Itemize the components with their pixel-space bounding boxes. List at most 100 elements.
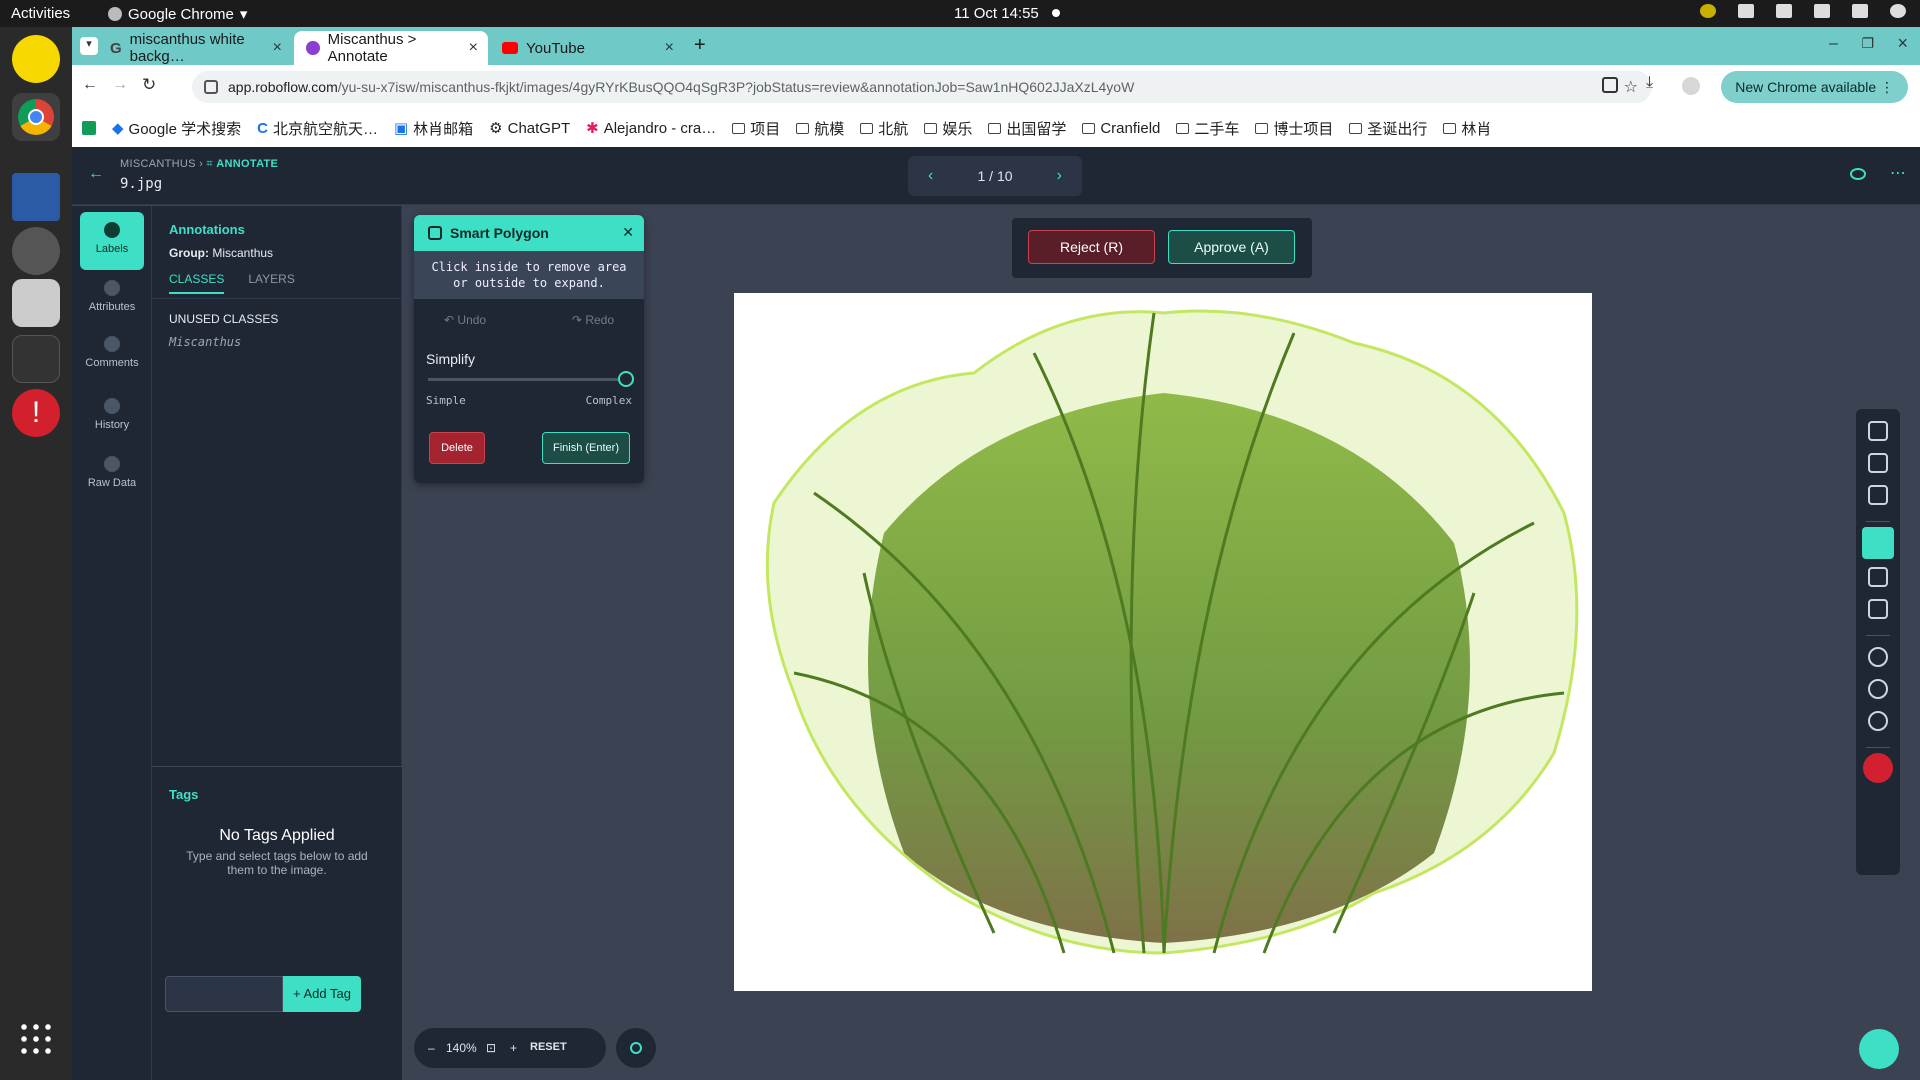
rail-comments[interactable]: Comments xyxy=(80,326,144,384)
hide-annotations-icon[interactable] xyxy=(1850,168,1866,180)
url-path: /yu-su-x7isw/miscanthus-fkjkt/images/4gy… xyxy=(337,79,1135,95)
pan-hand-icon[interactable] xyxy=(1868,421,1888,441)
rail-history[interactable]: History xyxy=(80,388,144,446)
apps-grid-icon[interactable] xyxy=(82,121,96,135)
activities-button[interactable]: Activities xyxy=(11,5,70,22)
smart-polygon-tool-icon[interactable] xyxy=(1862,527,1894,559)
image-canvas[interactable] xyxy=(734,293,1592,991)
bookmark-favicon-icon: ▣ xyxy=(393,120,409,137)
smart-polygon-help: Click inside to remove area or outside t… xyxy=(414,251,644,299)
delete-button[interactable]: Delete xyxy=(429,432,485,464)
files-app-icon[interactable] xyxy=(12,279,60,327)
bookmark-item[interactable]: ⚙ ChatGPT xyxy=(489,119,570,138)
bookmark-label: 项目 xyxy=(750,120,781,138)
tab-list-chevron-icon[interactable]: ▾ xyxy=(80,37,98,55)
bookmark-folder[interactable]: 航模 xyxy=(796,118,844,139)
download-icon[interactable]: ⤓ xyxy=(1646,74,1653,92)
extensions-icon[interactable] xyxy=(1602,77,1618,93)
music-app-icon[interactable] xyxy=(12,35,60,83)
rail-attributes[interactable]: Attributes xyxy=(80,270,144,328)
review-bar: Reject (R) Approve (A) xyxy=(1012,218,1312,278)
lock-icon[interactable]: ⊡ xyxy=(486,1041,496,1055)
address-bar[interactable]: app.roboflow.com/yu-su-x7isw/miscanthus-… xyxy=(192,71,1652,103)
reload-icon[interactable]: ↻ xyxy=(142,75,156,95)
approve-button[interactable]: Approve (A) xyxy=(1168,230,1295,264)
bookmark-folder[interactable]: 博士项目 xyxy=(1255,118,1333,139)
add-tag-button[interactable]: + Add Tag xyxy=(283,976,361,1012)
bounding-box-icon[interactable] xyxy=(1868,453,1888,473)
bookmark-star-icon[interactable]: ☆ xyxy=(1624,77,1638,97)
chrome-icon xyxy=(108,7,122,21)
window-close-icon[interactable]: × xyxy=(1897,33,1908,54)
profile-avatar[interactable] xyxy=(1682,77,1700,95)
bookmark-item[interactable]: ◆ Google 学术搜索 xyxy=(112,118,241,139)
tab-label: Miscanthus > Annotate xyxy=(327,31,417,65)
tab-youtube[interactable]: YouTube × xyxy=(490,31,684,65)
settings-app-icon[interactable] xyxy=(12,227,60,275)
bookmark-item[interactable]: C 北京航空航天… xyxy=(257,118,378,139)
close-icon[interactable]: ✕ xyxy=(622,224,634,241)
chrome-dock-icon[interactable] xyxy=(12,93,60,141)
tab-layers[interactable]: LAYERS xyxy=(248,272,294,294)
zoom-out-icon[interactable]: – xyxy=(428,1041,435,1055)
polygon-tool-icon[interactable] xyxy=(1868,485,1888,505)
zoom-in-icon[interactable]: + xyxy=(510,1041,517,1055)
magic-wand-icon[interactable] xyxy=(1868,567,1888,587)
breadcrumb-project[interactable]: MISCANTHUS xyxy=(120,158,196,170)
close-icon[interactable]: × xyxy=(273,39,282,57)
new-tab-icon[interactable]: + xyxy=(694,34,706,57)
bookmark-item[interactable]: ✱ Alejandro - cra… xyxy=(586,119,716,138)
prev-image-icon[interactable]: ‹ xyxy=(928,156,933,196)
system-tray[interactable] xyxy=(1700,4,1906,18)
back-icon[interactable]: ← xyxy=(82,76,98,94)
viewer-app-icon[interactable] xyxy=(12,173,60,221)
bookmark-folder[interactable]: 林肖 xyxy=(1443,118,1491,139)
forward-icon[interactable]: → xyxy=(112,76,128,94)
close-icon[interactable]: × xyxy=(469,39,478,57)
redo-button[interactable]: ↷ Redo xyxy=(572,313,614,327)
tab-miscanthus-search[interactable]: Gmiscanthus white backg… × xyxy=(98,31,292,65)
tab-annotate[interactable]: Miscanthus > Annotate × xyxy=(294,31,488,65)
more-options-icon[interactable]: ⋯ xyxy=(1890,163,1906,183)
new-chrome-available-button[interactable]: New Chrome available ⋮ xyxy=(1721,71,1908,103)
youtube-icon xyxy=(502,42,518,54)
terminal-app-icon[interactable] xyxy=(12,335,60,383)
bookmark-folder[interactable]: 娱乐 xyxy=(924,118,972,139)
finish-button[interactable]: Finish (Enter) xyxy=(542,432,630,464)
bookmark-item[interactable]: ▣ 林肖邮箱 xyxy=(394,118,473,139)
repeat-icon[interactable] xyxy=(1868,599,1888,619)
class-item[interactable]: Miscanthus xyxy=(169,335,241,349)
back-arrow-icon[interactable]: ← xyxy=(88,165,104,183)
reject-button[interactable]: Reject (R) xyxy=(1028,230,1155,264)
maximize-icon[interactable]: ❐ xyxy=(1861,35,1874,52)
simplify-slider-track[interactable] xyxy=(428,378,628,381)
bookmark-folder[interactable]: 北航 xyxy=(860,118,908,139)
bookmark-folder[interactable]: Cranfield xyxy=(1082,120,1160,137)
redo-icon[interactable] xyxy=(1868,711,1888,731)
rail-labels[interactable]: Labels xyxy=(80,212,144,270)
bookmark-folder[interactable]: 项目 xyxy=(732,118,780,139)
reset-zoom-button[interactable]: RESET xyxy=(530,1041,567,1053)
close-icon[interactable]: × xyxy=(665,39,674,57)
app-menu[interactable]: Google Chrome ▾ xyxy=(108,5,247,23)
rail-raw-data[interactable]: Raw Data xyxy=(80,446,144,504)
null-annotation-icon[interactable] xyxy=(1863,753,1893,783)
alert-app-icon[interactable]: ! xyxy=(12,389,60,437)
clock[interactable]: 11 Oct 14:55 xyxy=(954,5,1039,22)
bookmark-folder[interactable]: 出国留学 xyxy=(988,118,1066,139)
undo-icon[interactable] xyxy=(1868,679,1888,699)
minimize-icon[interactable]: – xyxy=(1829,35,1838,53)
undo-button[interactable]: ↶ Undo xyxy=(444,313,486,327)
site-info-icon[interactable] xyxy=(204,80,218,94)
tab-classes[interactable]: CLASSES xyxy=(169,272,225,294)
simplify-slider-handle[interactable] xyxy=(618,371,634,387)
bookmark-folder[interactable]: 圣诞出行 xyxy=(1349,118,1427,139)
tag-input[interactable] xyxy=(165,976,283,1012)
more-vert-icon: ⋮ xyxy=(1880,79,1894,95)
next-image-icon[interactable]: › xyxy=(1057,156,1062,196)
show-apps-icon[interactable] xyxy=(18,1021,54,1057)
brightness-button[interactable] xyxy=(616,1028,656,1068)
bookmark-folder[interactable]: 二手车 xyxy=(1176,118,1239,139)
comment-icon[interactable] xyxy=(1868,647,1888,667)
keyboard-shortcuts-button[interactable] xyxy=(1859,1029,1899,1069)
